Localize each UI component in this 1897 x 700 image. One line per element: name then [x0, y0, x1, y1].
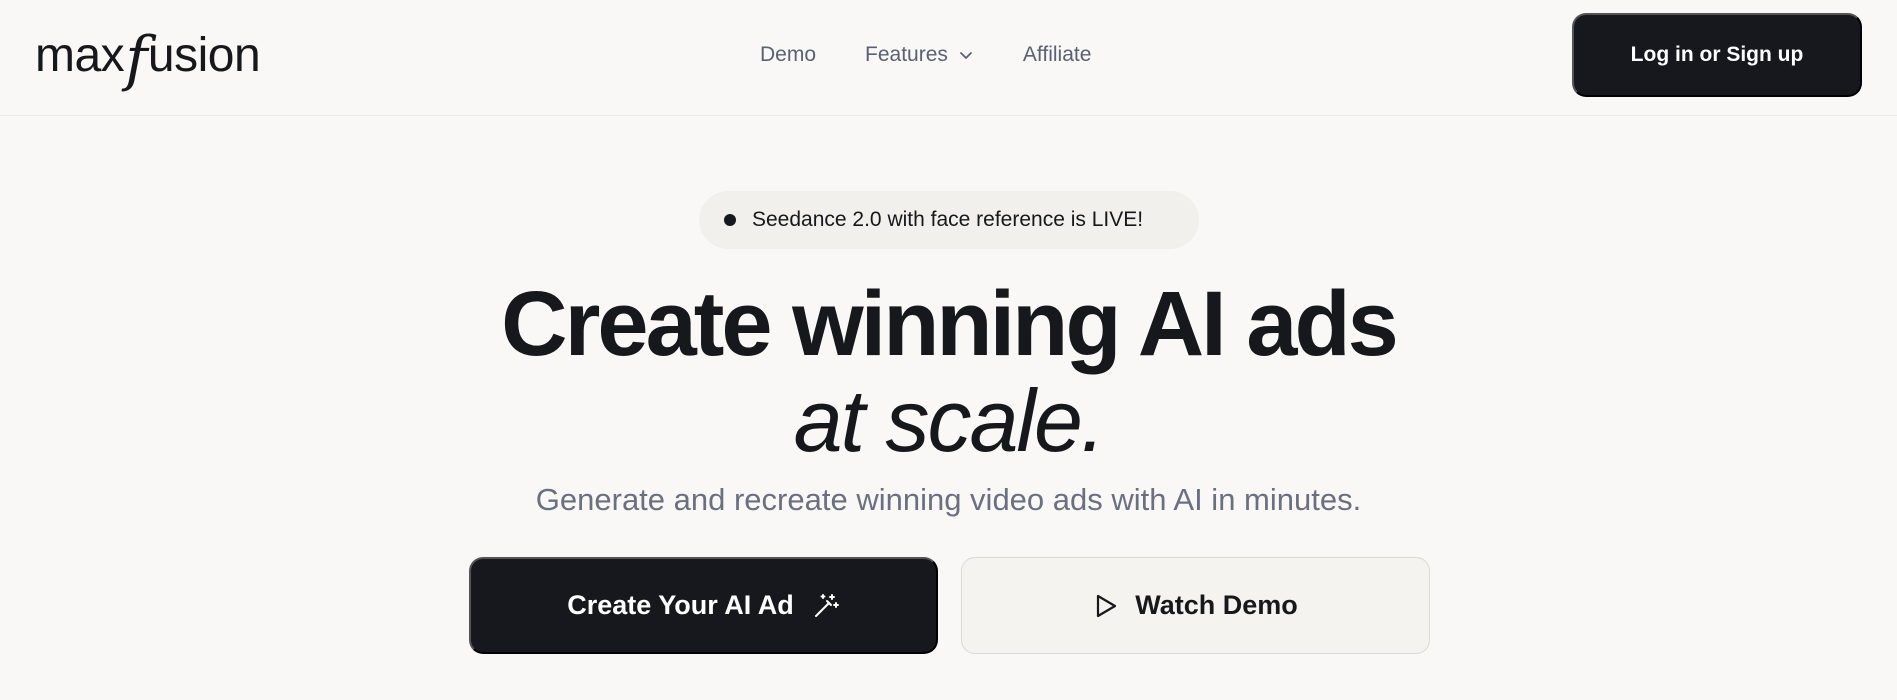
nav-item-affiliate[interactable]: Affiliate	[1023, 43, 1092, 67]
watch-demo-button[interactable]: Watch Demo	[961, 557, 1430, 654]
logo-text-usion: usion	[147, 28, 261, 82]
nav-item-label: Affiliate	[1022, 43, 1092, 66]
maxfusion-logo[interactable]: max f usion	[35, 22, 261, 94]
create-ai-ad-label: Create Your AI Ad	[567, 590, 794, 620]
create-ai-ad-button[interactable]: Create Your AI Ad	[469, 557, 938, 654]
badge-text: Seedance 2.0 with face reference is LIVE…	[752, 208, 1144, 231]
play-icon	[1093, 592, 1119, 620]
nav-item-features[interactable]: Features	[865, 43, 974, 67]
main-nav: Demo Features Affiliate	[760, 36, 1091, 74]
nav-item-label: Demo	[760, 43, 817, 66]
nav-item-label: Features	[865, 43, 948, 66]
hero-headline: Create winning AI ads	[501, 273, 1399, 375]
site-header: max f usion Demo Features Affiliate Log in…	[0, 0, 1897, 116]
hero-subtitle: Generate and recreate winning video ads …	[535, 482, 1362, 517]
chevron-down-icon	[958, 47, 974, 63]
logo-text-max: max	[35, 28, 125, 82]
announcement-badge[interactable]: Seedance 2.0 with face reference is LIVE…	[699, 191, 1199, 249]
logo-text-f: f	[125, 24, 147, 94]
nav-item-demo[interactable]: Demo	[760, 43, 816, 67]
badge-dot-icon	[724, 214, 736, 226]
magic-wand-icon	[812, 592, 840, 620]
watch-demo-label: Watch Demo	[1135, 590, 1298, 620]
login-signup-button[interactable]: Log in or Sign up	[1572, 13, 1862, 97]
hero-headline-italic: at scale.	[793, 371, 1106, 470]
